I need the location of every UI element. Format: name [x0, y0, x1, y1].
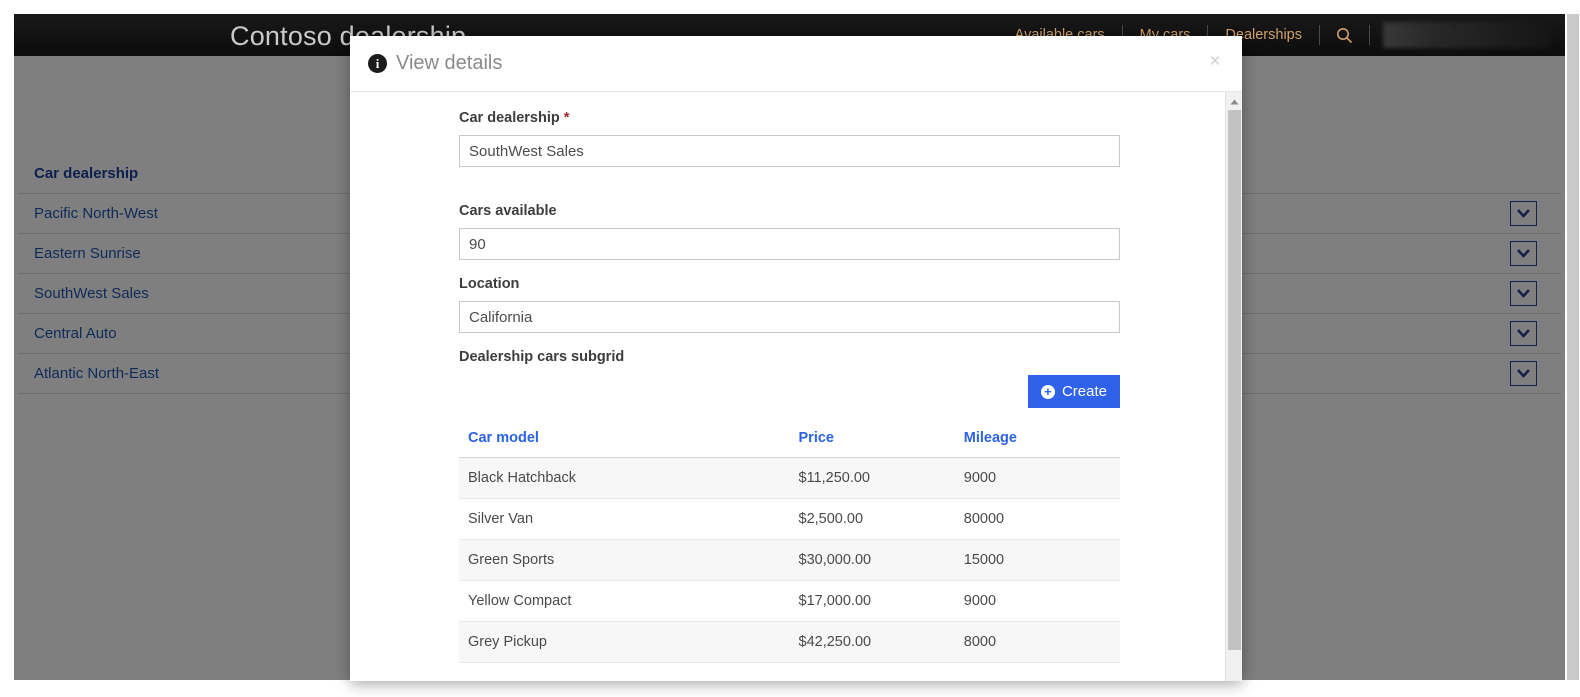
dialog-form: Car dealership * Cars available Location…	[350, 110, 1242, 663]
subgrid-section: Dealership cars subgrid + Create Car mod…	[459, 349, 1120, 663]
field-car-dealership: Car dealership *	[459, 110, 1120, 167]
scrollbar-thumb[interactable]	[1228, 110, 1241, 650]
user-account-badge[interactable]	[1383, 22, 1551, 48]
cell-price: $17,000.00	[789, 580, 955, 622]
dialog-scrollbar[interactable]	[1225, 92, 1242, 681]
table-body: Black Hatchback $11,250.00 9000 Silver V…	[459, 457, 1120, 663]
dialog-title: View details	[396, 52, 503, 74]
cell-mileage: 15000	[954, 539, 1120, 581]
cell-car-model: Silver Van	[459, 498, 790, 540]
cell-car-model: Grey Pickup	[459, 621, 790, 663]
subgrid-toolbar: + Create	[459, 375, 1120, 420]
label-car-dealership: Car dealership *	[459, 110, 1120, 126]
create-button-label: Create	[1061, 383, 1107, 400]
required-marker: *	[563, 110, 570, 126]
cell-price: $42,250.00	[789, 621, 955, 663]
table-row[interactable]: Black Hatchback $11,250.00 9000	[459, 457, 1120, 499]
page-scrollbar-thumb[interactable]	[1567, 14, 1579, 680]
caret-up-icon	[1230, 92, 1239, 110]
cell-mileage: 80000	[954, 498, 1120, 540]
cell-price: $2,500.00	[789, 498, 955, 540]
location-input[interactable]	[459, 301, 1120, 333]
field-location: Location	[459, 276, 1120, 333]
view-details-dialog: i View details × Car dealership * Cars a…	[350, 36, 1242, 681]
label-text: Car dealership	[459, 110, 560, 126]
subgrid-label: Dealership cars subgrid	[459, 349, 625, 365]
cell-mileage: 8000	[954, 621, 1120, 663]
dialog-body: Car dealership * Cars available Location…	[350, 92, 1242, 681]
label-cars-available: Cars available	[459, 203, 557, 219]
cell-mileage: 9000	[954, 457, 1120, 499]
create-button[interactable]: + Create	[1027, 375, 1120, 408]
table-row[interactable]: Grey Pickup $42,250.00 8000	[459, 621, 1120, 663]
cell-price: $11,250.00	[789, 457, 955, 499]
plus-circle-icon: +	[1040, 384, 1055, 399]
page-scrollbar[interactable]	[1566, 0, 1580, 697]
cell-car-model: Green Sports	[459, 539, 790, 581]
table-header-row: Car model Price Mileage	[459, 420, 1120, 458]
field-cars-available: Cars available	[459, 203, 1120, 260]
search-icon	[1336, 27, 1353, 44]
table-head: Car model Price Mileage	[459, 420, 1120, 458]
cell-car-model: Black Hatchback	[459, 457, 790, 499]
table-row[interactable]: Silver Van $2,500.00 80000	[459, 498, 1120, 540]
column-header-mileage[interactable]: Mileage	[954, 420, 1120, 458]
label-location: Location	[459, 276, 520, 292]
cars-available-input[interactable]	[459, 228, 1120, 260]
column-header-price[interactable]: Price	[789, 420, 955, 458]
info-icon: i	[368, 54, 387, 73]
screen: Contoso dealership Available cars My car…	[0, 0, 1580, 697]
table-row[interactable]: Yellow Compact $17,000.00 9000	[459, 580, 1120, 622]
cell-price: $30,000.00	[789, 539, 955, 581]
car-dealership-input[interactable]	[459, 135, 1120, 167]
nav-divider	[1369, 25, 1370, 45]
scroll-up-button[interactable]	[1226, 92, 1242, 109]
search-button[interactable]	[1320, 27, 1369, 44]
close-icon[interactable]: ×	[1204, 51, 1226, 73]
column-header-car-model[interactable]: Car model	[459, 420, 790, 458]
dealership-cars-table: Car model Price Mileage Black Hatchback …	[459, 420, 1120, 663]
dialog-header: i View details ×	[350, 36, 1242, 92]
cell-mileage: 9000	[954, 580, 1120, 622]
table-row[interactable]: Green Sports $30,000.00 15000	[459, 539, 1120, 581]
form-spacer	[459, 183, 1120, 203]
cell-car-model: Yellow Compact	[459, 580, 790, 622]
